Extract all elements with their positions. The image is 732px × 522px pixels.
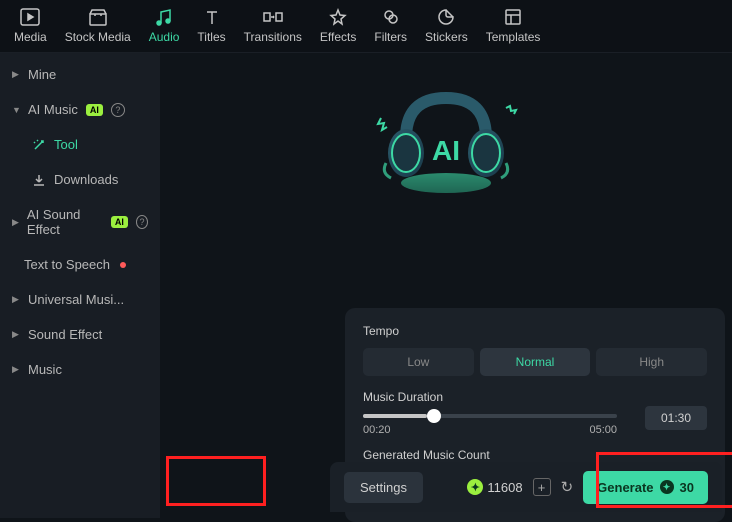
ai-headphones-illustration: AI (346, 63, 546, 223)
add-credits-button[interactable]: + (533, 478, 551, 496)
tempo-low-button[interactable]: Low (363, 348, 474, 376)
tab-media[interactable]: Media (14, 6, 47, 44)
sidebar-item-text-to-speech[interactable]: Text to Speech (0, 247, 160, 282)
sidebar-item-sound-effect[interactable]: ▶Sound Effect (0, 317, 160, 352)
count-label: Generated Music Count (363, 448, 707, 462)
duration-value: 01:30 (645, 406, 707, 430)
music-icon (153, 6, 175, 28)
content-area: AI Tempo Low Normal High Music Duration … (160, 53, 732, 518)
tab-stock-media[interactable]: Stock Media (65, 6, 131, 44)
notification-dot (120, 262, 126, 268)
tab-stickers[interactable]: Stickers (425, 6, 468, 44)
sidebar-item-ai-music[interactable]: ▼AI MusicAI? (0, 92, 160, 127)
credits-display: ✦ 11608 (467, 479, 522, 495)
tab-audio[interactable]: Audio (149, 6, 180, 44)
filters-icon (380, 6, 402, 28)
wand-icon (32, 138, 46, 152)
sidebar-item-mine[interactable]: ▶Mine (0, 57, 160, 92)
duration-slider[interactable]: 01:30 (363, 414, 707, 418)
chevron-right-icon: ▶ (12, 364, 20, 375)
bottom-bar: Settings ✦ 11608 + ↻ Generate ✦ 30 (330, 462, 722, 512)
sidebar-item-universal-music[interactable]: ▶Universal Musi... (0, 282, 160, 317)
tab-transitions[interactable]: Transitions (244, 6, 302, 44)
generate-button[interactable]: Generate ✦ 30 (583, 471, 708, 504)
help-icon[interactable]: ? (136, 215, 148, 229)
tempo-normal-button[interactable]: Normal (480, 348, 591, 376)
help-icon[interactable]: ? (111, 103, 125, 117)
sidebar-item-music[interactable]: ▶Music (0, 352, 160, 387)
coin-icon: ✦ (467, 479, 483, 495)
top-tabs: Media Stock Media Audio Titles Transitio… (0, 0, 732, 53)
chevron-right-icon: ▶ (12, 217, 19, 228)
svg-text:AI: AI (432, 135, 460, 166)
sidebar-item-downloads[interactable]: Downloads (0, 162, 160, 197)
tab-templates[interactable]: Templates (486, 6, 541, 44)
templates-icon (502, 6, 524, 28)
tempo-label: Tempo (363, 324, 707, 338)
highlight-box (166, 456, 266, 506)
chevron-right-icon: ▶ (12, 294, 20, 305)
tab-titles[interactable]: Titles (197, 6, 225, 44)
sidebar-item-tool[interactable]: Tool (0, 127, 160, 162)
transitions-icon (262, 6, 284, 28)
sidebar-item-ai-sound-effect[interactable]: ▶AI Sound EffectAI? (0, 197, 160, 247)
tempo-segmented-control: Low Normal High (363, 348, 707, 376)
coin-icon: ✦ (660, 480, 674, 494)
sidebar: ▶Mine ▼AI MusicAI? Tool Downloads ▶AI So… (0, 53, 160, 518)
stickers-icon (435, 6, 457, 28)
duration-label: Music Duration (363, 390, 707, 404)
shop-icon (87, 6, 109, 28)
ai-badge: AI (86, 104, 103, 116)
text-icon (201, 6, 223, 28)
play-icon (19, 6, 41, 28)
chevron-right-icon: ▶ (12, 329, 20, 340)
tempo-high-button[interactable]: High (596, 348, 707, 376)
effects-icon (327, 6, 349, 28)
refresh-button[interactable]: ↻ (561, 478, 574, 496)
download-icon (32, 173, 46, 187)
chevron-right-icon: ▶ (12, 69, 20, 80)
chevron-down-icon: ▼ (12, 105, 20, 115)
tab-effects[interactable]: Effects (320, 6, 356, 44)
ai-badge: AI (111, 216, 128, 228)
settings-button[interactable]: Settings (344, 472, 423, 503)
tab-filters[interactable]: Filters (374, 6, 407, 44)
